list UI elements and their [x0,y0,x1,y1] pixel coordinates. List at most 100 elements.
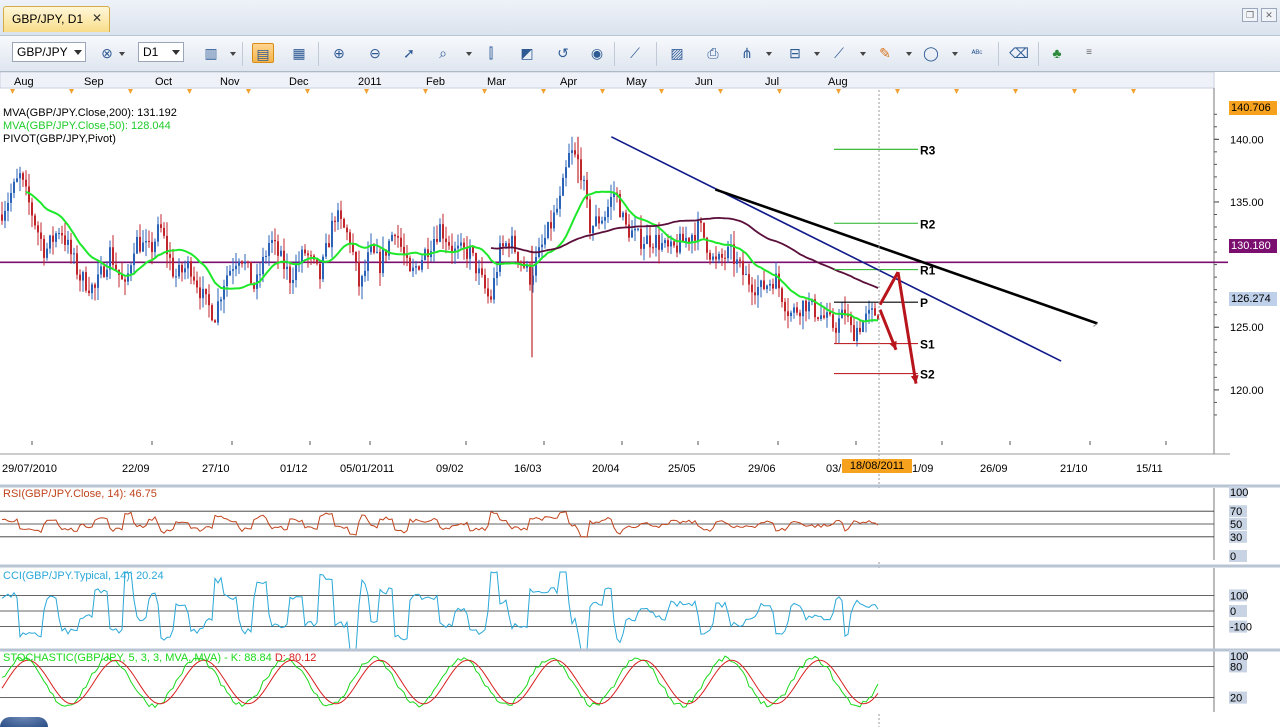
tree-icon[interactable]: ♣ [1046,43,1068,63]
chart-tab-label: GBP/JPY, D1 [12,12,84,26]
pencil-icon[interactable]: ✎ [874,43,896,63]
candle-body [703,222,705,238]
text-abc-icon[interactable]: ᴬᴮᶜ [966,43,988,63]
candle-body [736,259,738,264]
price-label-current: 126.274 [1229,292,1277,306]
candle-body [229,270,231,276]
candle-body [55,233,57,242]
time-tick-label: 20/04 [592,463,620,475]
fork-icon[interactable]: ⋔ [736,43,758,63]
candle-body [652,247,654,249]
toolbar-overflow-icon[interactable]: ≡ [1078,43,1100,63]
cci-tick-label: -100 [1230,622,1252,634]
month-label: Mar [487,76,506,88]
trendline-icon[interactable]: ⟋ [828,43,850,63]
print-icon[interactable]: ⎙ [702,43,724,63]
candle-body [16,178,18,182]
month-marker [1072,89,1077,94]
candle-body [787,311,789,317]
chevron-down-icon[interactable] [952,52,958,56]
candle-body [160,224,162,228]
candle-body [817,317,819,320]
candle-body [697,220,699,241]
candle-body [139,236,141,252]
eraser-icon[interactable]: ⌫ [1008,43,1030,63]
chevron-down-icon[interactable] [119,52,125,56]
candle-body [565,167,567,178]
candle-body [136,236,138,254]
main-toolbar: GBP/JPY ⊗ D1 ▥ ▤ ▦ ⊕ ⊖ ➚ ⌕ ⫿ ◩ ↺ ◉ ⟋ ▨ ⎙… [0,36,1280,72]
candle-body [34,215,36,226]
candle-body [328,243,330,248]
candle-body [751,284,753,293]
candle-body [193,276,195,281]
candle-body [610,196,612,207]
candle-body [214,320,216,323]
candle-body [445,238,447,243]
globe-icon[interactable]: ◉ [586,43,608,63]
ellipse-icon[interactable]: ◯ [920,43,942,63]
channel-icon[interactable]: ⊟ [784,43,806,63]
candle-body [559,195,561,209]
candle-body [625,212,627,225]
chevron-down-icon[interactable] [766,52,772,56]
candle-body [157,224,159,242]
bar-chart-icon[interactable]: ▤ [252,43,274,63]
zoom-out-icon[interactable]: ⊖ [364,43,386,63]
line-chart-icon[interactable]: ▦ [288,43,310,63]
chevron-down-icon[interactable] [814,52,820,56]
candle-body [76,253,78,275]
chevron-down-icon[interactable] [466,52,472,56]
toolbar-divider [656,42,657,66]
image-icon[interactable]: ▨ [666,43,688,63]
chevron-down-icon[interactable] [230,52,236,56]
curve-icon[interactable]: ↺ [552,43,574,63]
crosshair-cursor-icon[interactable]: ⊗ [96,43,118,63]
timeframe-select[interactable]: D1 [138,42,184,62]
chevron-down-icon[interactable] [906,52,912,56]
chart-area[interactable]: Aug Sep Oct Nov Dec 2011 Feb Mar Apr May Jun Jul Aug… [0,72,1280,727]
candle-body [163,227,165,236]
candle-body [868,309,870,314]
candle-body [490,296,492,300]
stoch-tick-label: 20 [1230,693,1242,705]
candle-body [589,199,591,234]
month-marker [423,89,428,94]
candle-body [82,272,84,281]
month-label: Oct [155,76,172,88]
candle-body [130,265,132,274]
candle-body [805,300,807,312]
symbol-select-value: GBP/JPY [17,45,68,59]
chart-tab[interactable]: GBP/JPY, D1 ✕ [3,6,110,32]
shapes-icon[interactable]: ◩ [516,43,538,63]
candles-icon[interactable]: ▥ [200,43,222,63]
close-tab-icon[interactable]: ✕ [91,12,103,24]
legend-ma200-text: MVA(GBP/JPY.Close,200): 131.192 [3,107,177,119]
candle-body [208,294,210,306]
candle-body [367,252,369,271]
time-tick-label: 16/03 [514,463,542,475]
symbol-select[interactable]: GBP/JPY [12,42,86,62]
vertical-line-icon[interactable]: ⫿ [480,43,502,63]
scroll-handle[interactable] [0,717,48,727]
candle-body [808,301,810,312]
candle-body [802,300,804,317]
restore-window-icon[interactable]: ❐ [1242,8,1258,22]
candle-body [202,288,204,299]
candles [1,136,879,347]
zoom-area-icon[interactable]: ⌕ [432,43,454,63]
zoom-in-icon[interactable]: ⊕ [328,43,350,63]
legend-pivot: PIVOT(GBP/JPY,Pivot) [3,133,116,145]
pointer-icon[interactable]: ➚ [398,43,420,63]
candle-body [556,208,558,213]
chart-canvas[interactable]: Aug Sep Oct Nov Dec 2011 Feb Mar Apr May Jun Jul Aug… [0,72,1280,727]
time-tick-label: 15/11 [1136,463,1163,475]
candle-body [715,256,717,260]
candle-body [442,224,444,239]
trading-app: GBP/JPY, D1 ✕ ❐ ✕ GBP/JPY ⊗ D1 ▥ ▤ ▦ ⊕ ⊖… [0,0,1280,727]
ruler-icon[interactable]: ⟋ [624,43,646,63]
chevron-down-icon[interactable] [860,52,866,56]
candle-body [460,242,462,246]
candle-body [514,235,516,253]
close-window-icon[interactable]: ✕ [1261,8,1277,22]
